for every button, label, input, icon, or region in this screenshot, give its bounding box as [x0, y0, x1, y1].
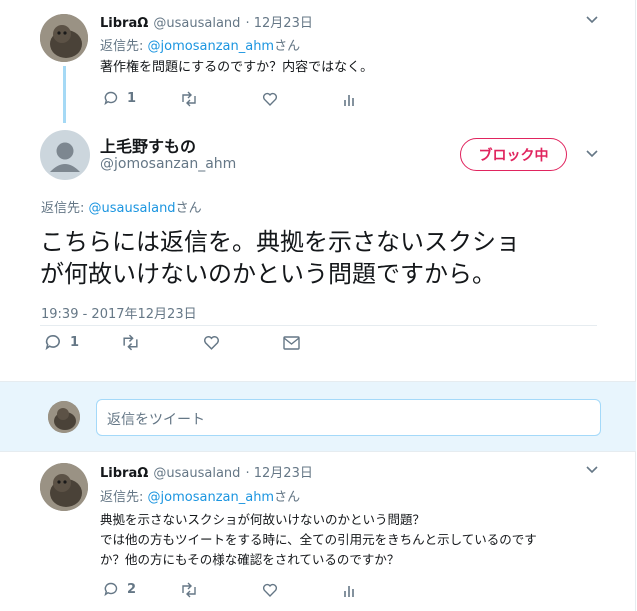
chevron-down-icon[interactable]	[585, 13, 599, 27]
reply-action[interactable]: 1	[103, 90, 136, 106]
chevron-down-icon[interactable]	[585, 463, 599, 477]
reply-prefix: 返信先:	[100, 490, 144, 505]
avatar-default[interactable]	[40, 130, 90, 180]
reply-count: 1	[70, 334, 80, 350]
block-button[interactable]: ブロック中	[460, 138, 567, 171]
handle[interactable]: @usausaland	[153, 466, 240, 481]
reply-suffix: さん	[175, 201, 202, 216]
cat-photo-icon	[40, 463, 88, 511]
handle[interactable]: @usausaland	[153, 16, 240, 31]
tweet-text-line: が何故いけないのかという問題ですから。	[40, 260, 496, 288]
tweet2-header: LibraΩ @usausaland · 12月23日	[100, 462, 313, 481]
tweet-text: こちらには返信を。典拠を示さないスクショ が何故いけないのかという問題ですから。	[40, 226, 520, 290]
tweet1-header: LibraΩ @usausaland · 12月23日	[100, 12, 313, 31]
reply-action[interactable]: 2	[103, 581, 136, 597]
handle[interactable]: @jomosanzan_ahm	[100, 156, 236, 172]
like-icon[interactable]	[203, 334, 220, 351]
reply-to-link[interactable]: @jomosanzan_ahm	[148, 39, 275, 54]
direct-message-icon[interactable]	[283, 336, 300, 350]
tweet-text: 典拠を示さないスクショが何故いけないのかという問題？ では他の方もツイートをする…	[100, 510, 537, 570]
divider	[40, 325, 597, 326]
tweet-text-line: では他の方もツイートをする時に、全ての引用元をきちんと示しているのです	[100, 532, 537, 547]
display-name[interactable]: LibraΩ	[100, 16, 148, 31]
avatar-libra[interactable]	[40, 463, 88, 511]
analytics-icon[interactable]	[343, 91, 357, 107]
analytics-icon[interactable]	[343, 582, 357, 598]
divider	[0, 381, 636, 382]
reply-prefix: 返信先:	[41, 201, 85, 216]
tweet-text-line: こちらには返信を。典拠を示さないスクショ	[40, 228, 520, 256]
reply-to-link[interactable]: @usausaland	[89, 201, 176, 216]
tweet-date[interactable]: · 12月23日	[246, 16, 313, 31]
retweet-icon[interactable]	[180, 582, 198, 598]
reply-to-link[interactable]: @jomosanzan_ahm	[148, 490, 275, 505]
reply-suffix: さん	[274, 490, 301, 505]
tweet-text-line: 典拠を示さないスクショが何故いけないのかという問題？	[100, 512, 426, 527]
reply-count: 1	[127, 90, 137, 106]
reply-icon	[104, 91, 118, 106]
reply-placeholder: 返信をツイート	[107, 412, 205, 428]
tweet-text: 著作権を問題にするのですか？内容ではなく。	[100, 60, 374, 75]
reply-context: 返信先: @usausalandさん	[41, 197, 202, 216]
reply-context: 返信先: @jomosanzan_ahmさん	[100, 486, 300, 505]
reply-count: 2	[127, 581, 137, 597]
tweet-text-line: か？他の方にもその様な確認をされているのですか？	[100, 552, 400, 567]
display-name[interactable]: LibraΩ	[100, 466, 148, 481]
display-name[interactable]: 上毛野すもの	[100, 133, 196, 157]
thread-line	[63, 66, 66, 123]
cat-photo-icon	[48, 401, 80, 433]
reply-input[interactable]: 返信をツイート	[96, 399, 601, 436]
reply-action[interactable]: 1	[44, 333, 79, 351]
like-icon[interactable]	[262, 582, 278, 598]
retweet-icon[interactable]	[121, 334, 140, 351]
avatar-libra[interactable]	[40, 14, 88, 62]
divider	[0, 451, 636, 452]
chevron-down-icon[interactable]	[585, 147, 599, 161]
cat-photo-icon	[40, 14, 88, 62]
retweet-icon[interactable]	[180, 91, 198, 107]
avatar-current-user[interactable]	[48, 401, 80, 433]
reply-prefix: 返信先:	[100, 39, 144, 54]
reply-icon	[45, 335, 60, 351]
reply-suffix: さん	[274, 39, 301, 54]
reply-context: 返信先: @jomosanzan_ahmさん	[100, 35, 300, 54]
default-user-icon	[50, 142, 80, 172]
tweet-timestamp[interactable]: 19:39 - 2017年12月23日	[41, 303, 197, 322]
tweet-date[interactable]: · 12月23日	[246, 466, 313, 481]
reply-icon	[104, 582, 118, 597]
like-icon[interactable]	[262, 91, 278, 107]
